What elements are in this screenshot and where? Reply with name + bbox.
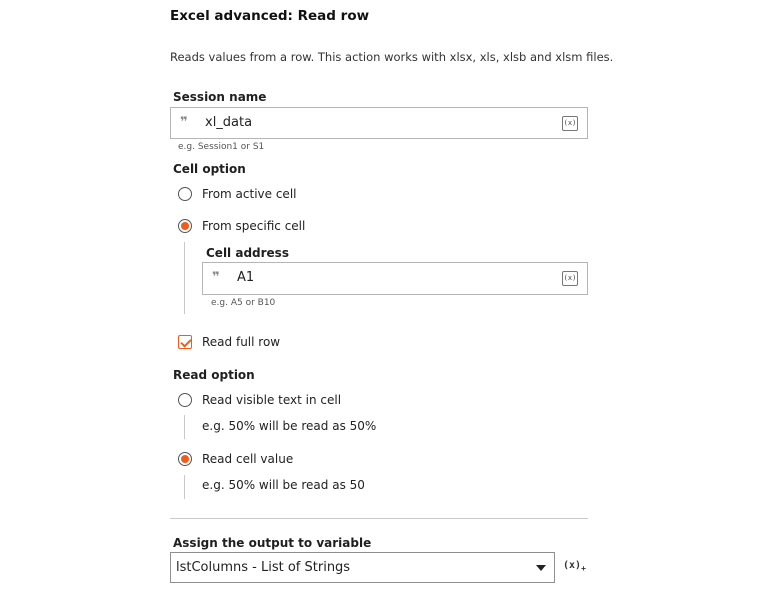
output-variable-value: lstColumns - List of Strings [176, 560, 351, 575]
nested-indent-line [184, 475, 185, 499]
nested-indent-line [184, 242, 185, 314]
read-visible-text-example: e.g. 50% will be read as 50% [202, 419, 377, 433]
read-full-row-label: Read full row [202, 335, 281, 349]
option-read-visible-text-label: Read visible text in cell [202, 393, 342, 407]
add-variable-icon[interactable]: (x)+ [563, 560, 586, 573]
quote-icon: ❞ [212, 270, 220, 285]
radio-from-active-cell[interactable] [178, 187, 192, 201]
cell-address-label: Cell address [206, 246, 289, 260]
cell-address-value: A1 [237, 270, 255, 285]
read-cell-value-example: e.g. 50% will be read as 50 [202, 478, 365, 492]
cell-address-field[interactable]: ❞ A1 (x) [202, 262, 588, 295]
radio-read-visible-text[interactable] [178, 393, 192, 407]
session-name-field[interactable]: ❞ xl_data (x) [170, 107, 588, 139]
session-name-label: Session name [173, 90, 267, 104]
variable-icon[interactable]: (x) [562, 116, 578, 131]
nested-indent-line [184, 415, 185, 439]
option-from-specific-cell-label: From specific cell [202, 219, 306, 233]
dialog-description: Reads values from a row. This action wor… [170, 50, 614, 64]
radio-from-specific-cell[interactable] [178, 219, 192, 233]
option-read-cell-value-label: Read cell value [202, 452, 294, 466]
option-from-active-cell-label: From active cell [202, 187, 297, 201]
dialog-title: Excel advanced: Read row [170, 8, 370, 24]
output-variable-label: Assign the output to variable [173, 536, 372, 550]
cell-option-label: Cell option [173, 162, 246, 176]
session-name-hint: e.g. Session1 or S1 [178, 142, 265, 152]
read-option-label: Read option [173, 368, 255, 382]
chevron-down-icon [536, 565, 546, 571]
read-full-row-checkbox[interactable] [178, 335, 192, 349]
output-variable-select[interactable]: lstColumns - List of Strings [170, 552, 555, 583]
session-name-value: xl_data [205, 115, 253, 130]
cell-address-hint: e.g. A5 or B10 [211, 298, 276, 308]
variable-icon[interactable]: (x) [562, 271, 578, 286]
radio-read-cell-value[interactable] [178, 452, 192, 466]
quote-icon: ❞ [180, 115, 188, 130]
section-divider [170, 518, 588, 519]
